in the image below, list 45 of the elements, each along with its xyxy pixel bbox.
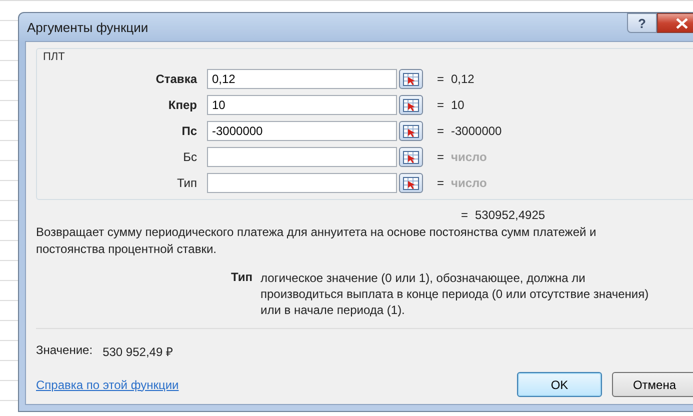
argument-field[interactable]: -3000000	[207, 121, 397, 141]
close-icon	[675, 18, 689, 28]
argument-result: число	[451, 150, 487, 164]
equals-sign: =	[437, 72, 446, 86]
collapse-button[interactable]	[399, 121, 423, 141]
close-button[interactable]	[657, 13, 693, 33]
collapse-button[interactable]	[399, 95, 423, 115]
equals-sign: =	[437, 124, 446, 138]
help-link[interactable]: Справка по этой функции	[36, 378, 517, 392]
window-title: Аргументы функции	[27, 20, 150, 34]
argument-label: Бс	[182, 150, 197, 164]
equals-sign: =	[461, 208, 470, 222]
argument-label: Кпер	[167, 98, 197, 112]
help-button[interactable]: ?	[627, 13, 657, 33]
argument-result: 0,12	[451, 72, 474, 86]
value-text: 530 952,49 ₽	[102, 344, 173, 360]
cell-reference-icon	[403, 124, 419, 138]
argument-result: -3000000	[451, 124, 502, 138]
argument-field[interactable]: 10	[207, 95, 397, 115]
equals-sign: =	[437, 150, 446, 164]
cell-reference-icon	[403, 176, 419, 190]
argument-field[interactable]	[207, 173, 397, 193]
argument-field[interactable]	[207, 147, 397, 167]
collapse-button[interactable]	[399, 147, 423, 167]
argument-label: Пс	[180, 124, 197, 138]
equals-sign: =	[437, 176, 446, 190]
argument-label: Ставка	[154, 72, 197, 86]
argument-name: Тип	[231, 270, 252, 286]
collapse-button[interactable]	[399, 69, 423, 89]
argument-field[interactable]: 0,12	[207, 69, 397, 89]
cell-reference-icon	[403, 98, 419, 112]
value-label: Значение:	[36, 343, 93, 359]
ok-button[interactable]: OK	[517, 372, 602, 397]
equals-sign: =	[437, 98, 446, 112]
cancel-button[interactable]: Отмена	[612, 372, 693, 397]
argument-description: логическое значение (0 или 1), обозначающее, должна ли производиться выплата в конце периода (0 или отсутствие значения) или в начале периода (1).	[260, 270, 650, 318]
function-name: ПЛТ	[43, 51, 65, 63]
cell-reference-icon	[403, 72, 419, 86]
argument-result: 10	[451, 98, 464, 112]
function-description: Возвращает сумму периодического платежа для аннуитета на основе постоянства сумм платежей и постоянства процентной ставки.	[36, 224, 598, 258]
formula-result: 530952,4925	[475, 208, 546, 222]
argument-result: число	[451, 176, 487, 190]
cell-reference-icon	[403, 150, 419, 164]
argument-label: Тип	[176, 176, 197, 190]
collapse-button[interactable]	[399, 173, 423, 193]
